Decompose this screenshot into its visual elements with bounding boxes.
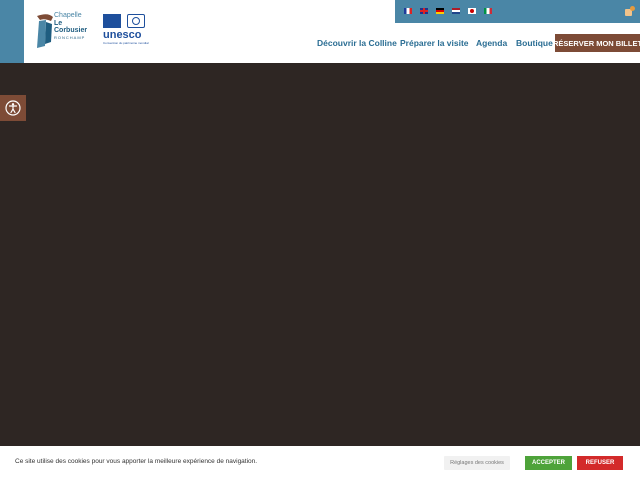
- flag-italy-icon[interactable]: [484, 8, 492, 14]
- logo-line-ronchamp: RONCHAMP: [54, 35, 86, 40]
- flag-uk-icon[interactable]: [420, 8, 428, 14]
- book-ticket-button[interactable]: RÉSERVER MON BILLET: [553, 34, 640, 52]
- unesco-subtitle: Convention du patrimoine mondial: [103, 41, 149, 45]
- main-navigation: Découvrir la Colline Préparer la visite …: [317, 38, 555, 48]
- logo-line-le-corbusier: Le Corbusier: [54, 20, 88, 34]
- nav-boutique[interactable]: Boutique: [516, 38, 555, 48]
- unesco-wordmark: unesco: [103, 29, 142, 41]
- flag-japan-icon[interactable]: [468, 8, 476, 14]
- chapelle-logo[interactable]: Chapelle Le Corbusier RONCHAMP: [34, 10, 92, 52]
- accept-cookies-button[interactable]: ACCEPTER: [525, 456, 572, 470]
- shopping-bag-icon[interactable]: [625, 6, 635, 16]
- accessibility-button[interactable]: [0, 95, 26, 121]
- flag-germany-icon[interactable]: [436, 8, 444, 14]
- flag-france-icon[interactable]: [404, 8, 412, 14]
- language-bar: [395, 0, 640, 23]
- cookie-message: Ce site utilise des cookies pour vous ap…: [15, 458, 258, 465]
- flag-netherlands-icon[interactable]: [452, 8, 460, 14]
- unesco-temple-icon: [103, 14, 121, 28]
- world-heritage-icon: [127, 14, 145, 28]
- logo-line-chapelle: Chapelle: [54, 12, 82, 19]
- cookie-settings-button[interactable]: Réglages des cookies: [444, 456, 510, 470]
- header-accent-strip: [0, 0, 24, 63]
- unesco-logo[interactable]: unesco Convention du patrimoine mondial: [103, 14, 149, 50]
- chapelle-logo-icon: [37, 14, 53, 48]
- cart-badge: [630, 6, 635, 11]
- nav-preparer-la-visite[interactable]: Préparer la visite: [400, 38, 476, 48]
- site-header: Chapelle Le Corbusier RONCHAMP unesco Co…: [0, 0, 640, 63]
- refuse-cookies-button[interactable]: REFUSER: [577, 456, 623, 470]
- accessibility-icon: [5, 100, 21, 116]
- nav-decouvrir-la-colline[interactable]: Découvrir la Colline: [317, 38, 400, 48]
- nav-agenda[interactable]: Agenda: [476, 38, 516, 48]
